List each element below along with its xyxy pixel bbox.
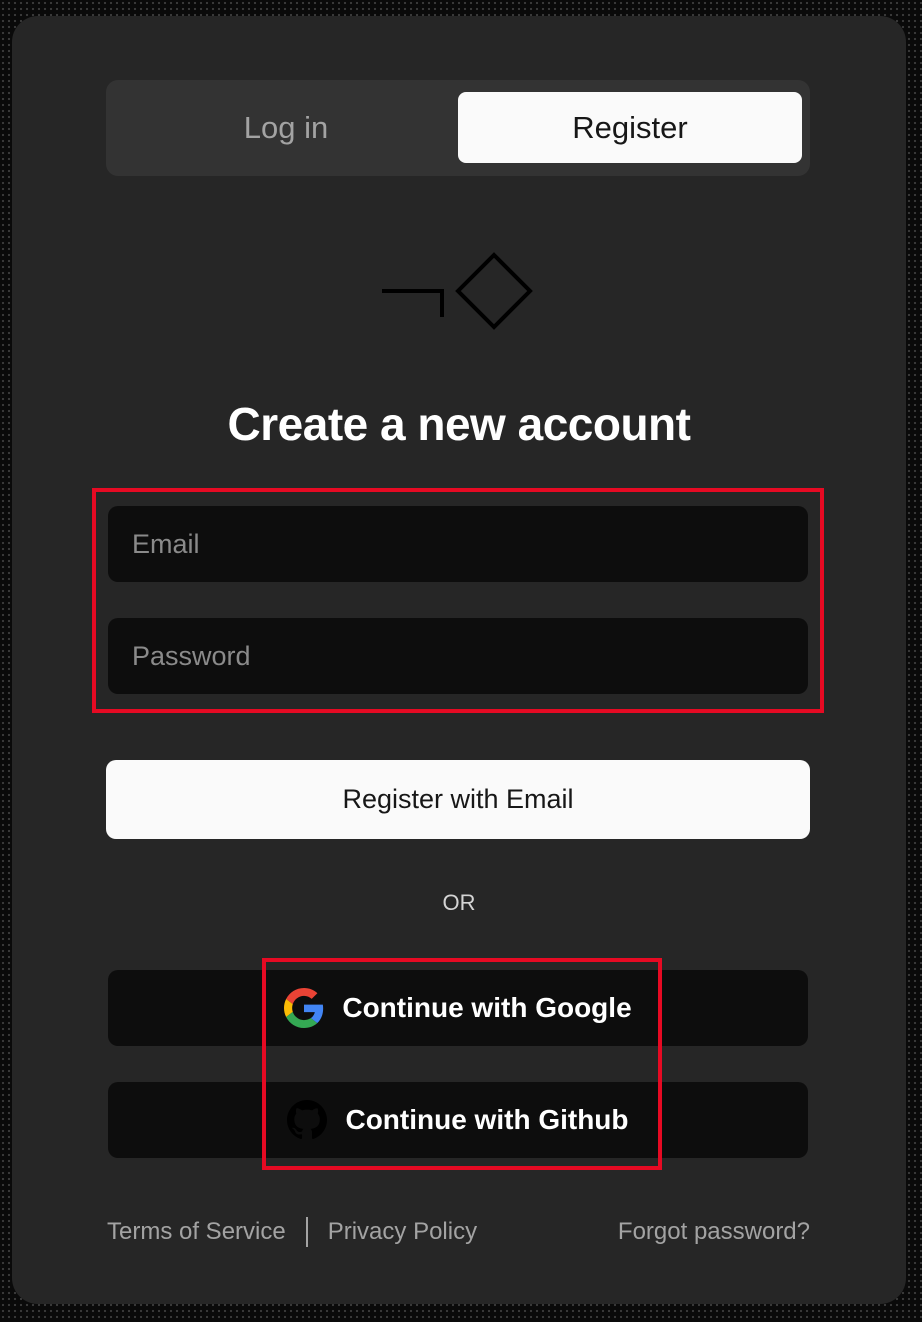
github-icon: [287, 1100, 328, 1140]
register-with-email-button[interactable]: Register with Email: [106, 760, 810, 839]
logo-mark-icon: [382, 252, 533, 330]
password-field[interactable]: [108, 618, 808, 694]
auth-tabs: Log in Register: [106, 80, 810, 176]
auth-card: Log in Register Create a new account Reg…: [12, 16, 906, 1304]
google-button-label: Continue with Google: [342, 992, 632, 1023]
google-icon: [284, 988, 324, 1028]
continue-with-google-button[interactable]: Continue with Google: [108, 970, 808, 1046]
email-field[interactable]: [108, 506, 808, 582]
page-title: Create a new account: [227, 398, 691, 450]
tab-register[interactable]: Register: [458, 92, 802, 163]
github-button-label: Continue with Github: [345, 1104, 629, 1135]
continue-with-github-button[interactable]: Continue with Github: [108, 1082, 808, 1158]
footer-links: Terms of Service Privacy Policy: [107, 1216, 477, 1248]
terms-of-service-link[interactable]: Terms of Service: [107, 1216, 286, 1248]
privacy-policy-link[interactable]: Privacy Policy: [328, 1216, 477, 1248]
footer-divider: [305, 1217, 308, 1247]
forgot-password-link[interactable]: Forgot password?: [618, 1216, 810, 1248]
tab-login[interactable]: Log in: [114, 92, 458, 163]
or-divider: OR: [442, 890, 476, 915]
